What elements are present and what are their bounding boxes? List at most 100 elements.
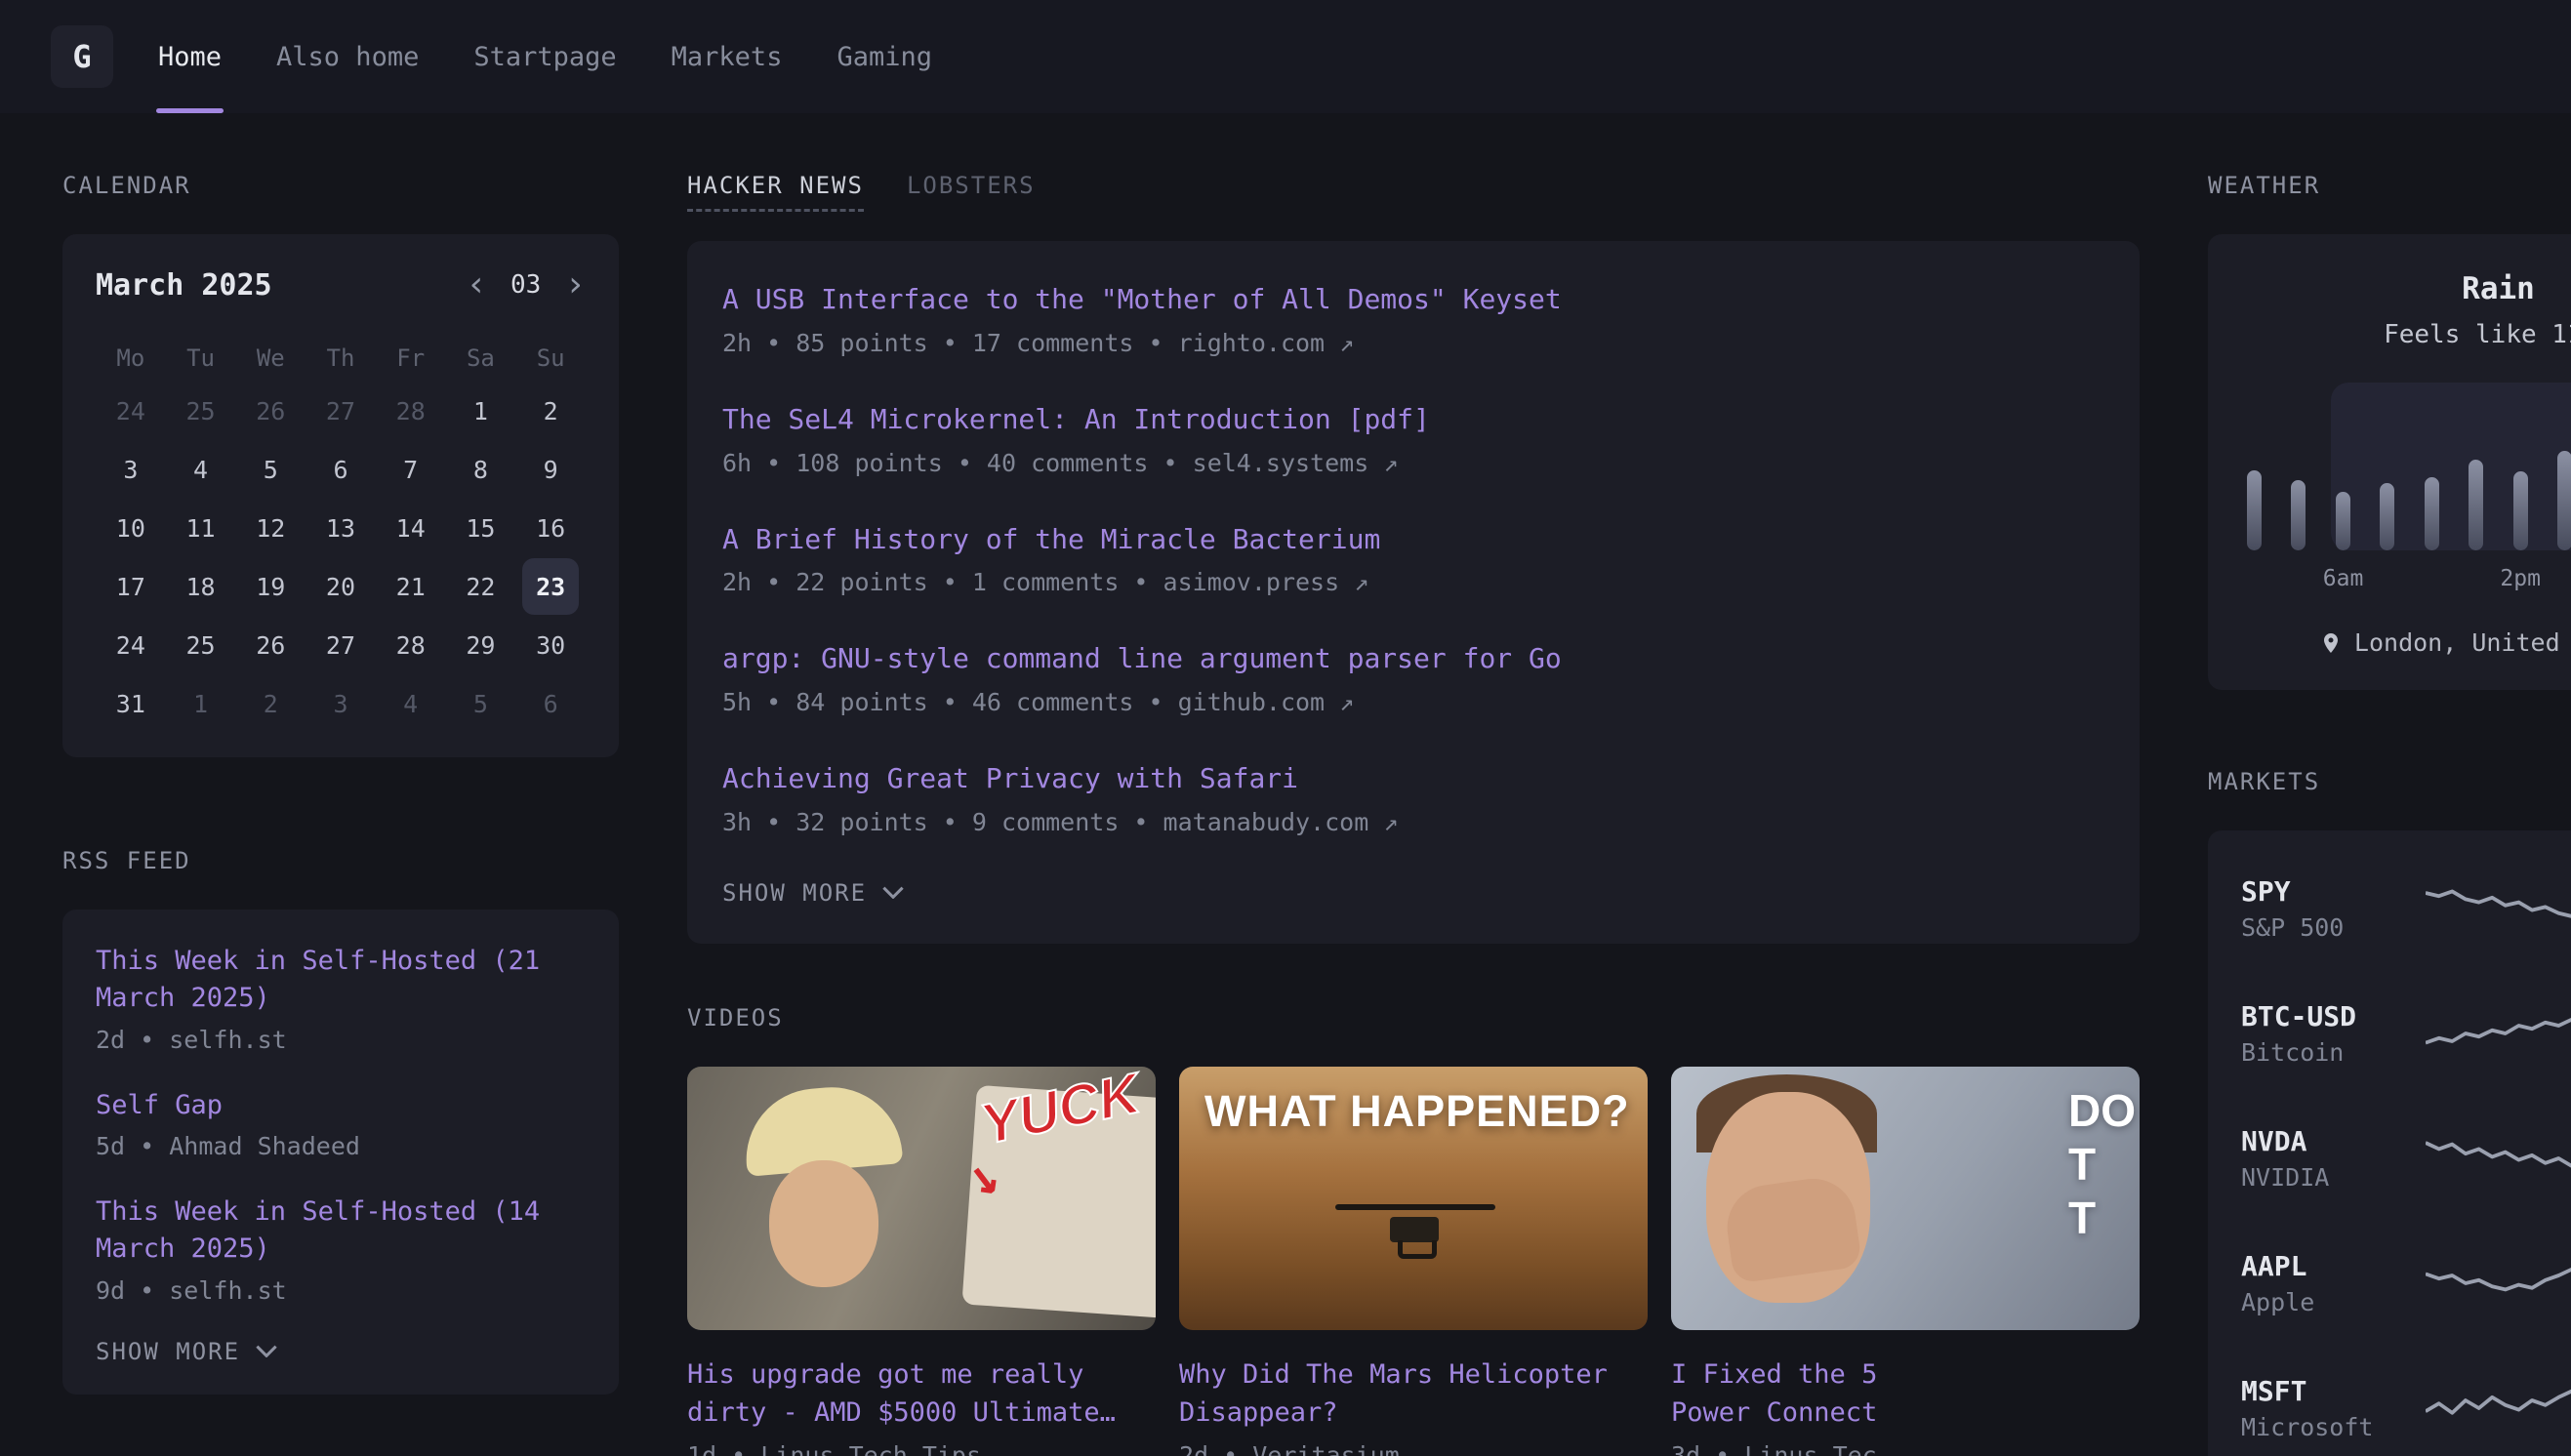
calendar-day[interactable]: 16 — [522, 500, 579, 556]
tab-hacker-news[interactable]: HACKER NEWS — [687, 172, 864, 212]
calendar-day[interactable]: 24 — [102, 383, 159, 439]
calendar-day[interactable]: 28 — [383, 383, 439, 439]
news-item-source-link[interactable]: asimov.press ↗ — [1163, 568, 1369, 596]
market-row[interactable]: MSFTMicrosoft+1.14%$391.26 — [2241, 1346, 2571, 1456]
calendar-day[interactable]: 27 — [312, 617, 369, 673]
calendar-day[interactable]: 11 — [173, 500, 229, 556]
calendar-day[interactable]: 5 — [452, 675, 509, 732]
calendar-day[interactable]: 4 — [173, 441, 229, 498]
tab-lobsters[interactable]: LOBSTERS — [907, 172, 1036, 199]
calendar-day[interactable]: 18 — [173, 558, 229, 615]
calendar-day[interactable]: 30 — [522, 617, 579, 673]
rss-item-title[interactable]: Self Gap — [96, 1087, 586, 1124]
thumbnail-overlay-text: DO T T — [2068, 1084, 2136, 1246]
nav-tab-startpage[interactable]: Startpage — [473, 0, 616, 113]
news-item-title[interactable]: A Brief History of the Miracle Bacterium — [722, 520, 2104, 559]
videos-widget: VIDEOS YUCK↘His upgrade got me really di… — [687, 1004, 2140, 1456]
market-row[interactable]: BTC-USDBitcoin+1.39%$84,999.29 — [2241, 971, 2571, 1096]
calendar-prev-icon[interactable]: ‹ — [466, 267, 487, 303]
market-labels: AAPLApple — [2241, 1250, 2426, 1316]
calendar-day[interactable]: 10 — [102, 500, 159, 556]
markets-widget: MARKETS SPYS&P 500-0.27%$563.98BTC-USDBi… — [2208, 768, 2571, 1456]
news-item-source-link[interactable]: sel4.systems ↗ — [1193, 449, 1399, 477]
news-item-title[interactable]: The SeL4 Microkernel: An Introduction [p… — [722, 400, 2104, 439]
news-item-title[interactable]: argp: GNU-style command line argument pa… — [722, 639, 2104, 678]
news-item-title[interactable]: Achieving Great Privacy with Safari — [722, 759, 2104, 798]
nav-tab-home[interactable]: Home — [158, 0, 222, 113]
calendar-day[interactable]: 5 — [242, 441, 299, 498]
market-name: Apple — [2241, 1288, 2426, 1316]
rss-item-title[interactable]: This Week in Self-Hosted (21 March 2025) — [96, 943, 586, 1018]
calendar-day[interactable]: 13 — [312, 500, 369, 556]
calendar-month-number[interactable]: 03 — [510, 270, 541, 300]
video-thumbnail[interactable]: YUCK↘ — [687, 1067, 1156, 1330]
calendar-day[interactable]: 31 — [102, 675, 159, 732]
calendar-day[interactable]: 25 — [173, 617, 229, 673]
calendar-day[interactable]: 6 — [312, 441, 369, 498]
rss-show-more-button[interactable]: SHOW MORE — [96, 1338, 586, 1365]
thumbnail-overlay-text: WHAT HAPPENED? — [1204, 1086, 1630, 1137]
calendar-day[interactable]: 28 — [383, 617, 439, 673]
calendar-day[interactable]: 1 — [452, 383, 509, 439]
calendar-day[interactable]: 27 — [312, 383, 369, 439]
calendar-day[interactable]: 14 — [383, 500, 439, 556]
calendar-day[interactable]: 3 — [312, 675, 369, 732]
news-item-stats: 3h • 32 points • 9 comments • — [722, 808, 1163, 836]
market-labels: SPYS&P 500 — [2241, 875, 2426, 942]
calendar-day[interactable]: 2 — [522, 383, 579, 439]
calendar-section-title: CALENDAR — [62, 172, 619, 199]
weather-bar — [2380, 483, 2394, 550]
market-row[interactable]: SPYS&P 500-0.27%$563.98 — [2241, 846, 2571, 971]
calendar-grid: 2425262728123456789101112131415161718192… — [96, 383, 586, 732]
calendar-day[interactable]: 23 — [522, 558, 579, 615]
nav-tab-also-home[interactable]: Also home — [276, 0, 419, 113]
calendar-day[interactable]: 3 — [102, 441, 159, 498]
video-title[interactable]: I Fixed the 5 Power Connect — [1671, 1355, 2140, 1432]
calendar-day[interactable]: 15 — [452, 500, 509, 556]
news-item-source-link[interactable]: matanabudy.com ↗ — [1163, 808, 1399, 836]
calendar-day[interactable]: 26 — [242, 383, 299, 439]
calendar-day[interactable]: 2 — [242, 675, 299, 732]
video-title[interactable]: Why Did The Mars Helicopter Disappear? — [1179, 1355, 1648, 1432]
calendar-day[interactable]: 25 — [173, 383, 229, 439]
news-item-source-link[interactable]: github.com ↗ — [1178, 688, 1355, 716]
news-item: The SeL4 Microkernel: An Introduction [p… — [722, 400, 2104, 477]
nav-tab-gaming[interactable]: Gaming — [837, 0, 932, 113]
app-logo[interactable]: G — [51, 25, 113, 88]
calendar-day[interactable]: 21 — [383, 558, 439, 615]
nav-tab-markets[interactable]: Markets — [672, 0, 783, 113]
calendar-next-icon[interactable]: › — [564, 267, 586, 303]
calendar-day[interactable]: 19 — [242, 558, 299, 615]
calendar-day[interactable]: 29 — [452, 617, 509, 673]
video-thumbnail[interactable]: WHAT HAPPENED? — [1179, 1067, 1648, 1330]
rss-item: This Week in Self-Hosted (21 March 2025)… — [96, 943, 586, 1054]
market-row[interactable]: NVDANVIDIA-0.70%$117.70 — [2241, 1096, 2571, 1221]
video-meta: 1d • Linus Tech Tips — [687, 1441, 1156, 1456]
calendar-day[interactable]: 8 — [452, 441, 509, 498]
helicopter-shape — [1390, 1217, 1439, 1242]
calendar-day[interactable]: 20 — [312, 558, 369, 615]
calendar-day[interactable]: 1 — [173, 675, 229, 732]
news-list: A USB Interface to the "Mother of All De… — [722, 280, 2104, 836]
market-row[interactable]: AAPLApple+1.95%$218.27 — [2241, 1221, 2571, 1346]
weather-bar — [2247, 470, 2262, 551]
calendar-day[interactable]: 6 — [522, 675, 579, 732]
weather-time-labels: 6am2pm10pm — [2247, 566, 2571, 595]
calendar-day[interactable]: 24 — [102, 617, 159, 673]
news-item-title[interactable]: A USB Interface to the "Mother of All De… — [722, 280, 2104, 319]
news-show-more-button[interactable]: SHOW MORE — [722, 879, 2104, 907]
calendar-day[interactable]: 9 — [522, 441, 579, 498]
calendar-day[interactable]: 7 — [383, 441, 439, 498]
calendar-day-of-week: Th — [327, 334, 355, 383]
calendar-day[interactable]: 26 — [242, 617, 299, 673]
video-thumbnail[interactable]: DO T T — [1671, 1067, 2140, 1330]
rss-list: This Week in Self-Hosted (21 March 2025)… — [96, 943, 586, 1305]
calendar-day[interactable]: 22 — [452, 558, 509, 615]
calendar-day[interactable]: 4 — [383, 675, 439, 732]
rss-item-title[interactable]: This Week in Self-Hosted (14 March 2025) — [96, 1193, 586, 1269]
video-title[interactable]: His upgrade got me really dirty - AMD $5… — [687, 1355, 1156, 1432]
calendar-day[interactable]: 12 — [242, 500, 299, 556]
news-item-source-link[interactable]: righto.com ↗ — [1178, 329, 1355, 357]
calendar-day[interactable]: 17 — [102, 558, 159, 615]
rss-item-meta: 2d • selfh.st — [96, 1026, 586, 1054]
